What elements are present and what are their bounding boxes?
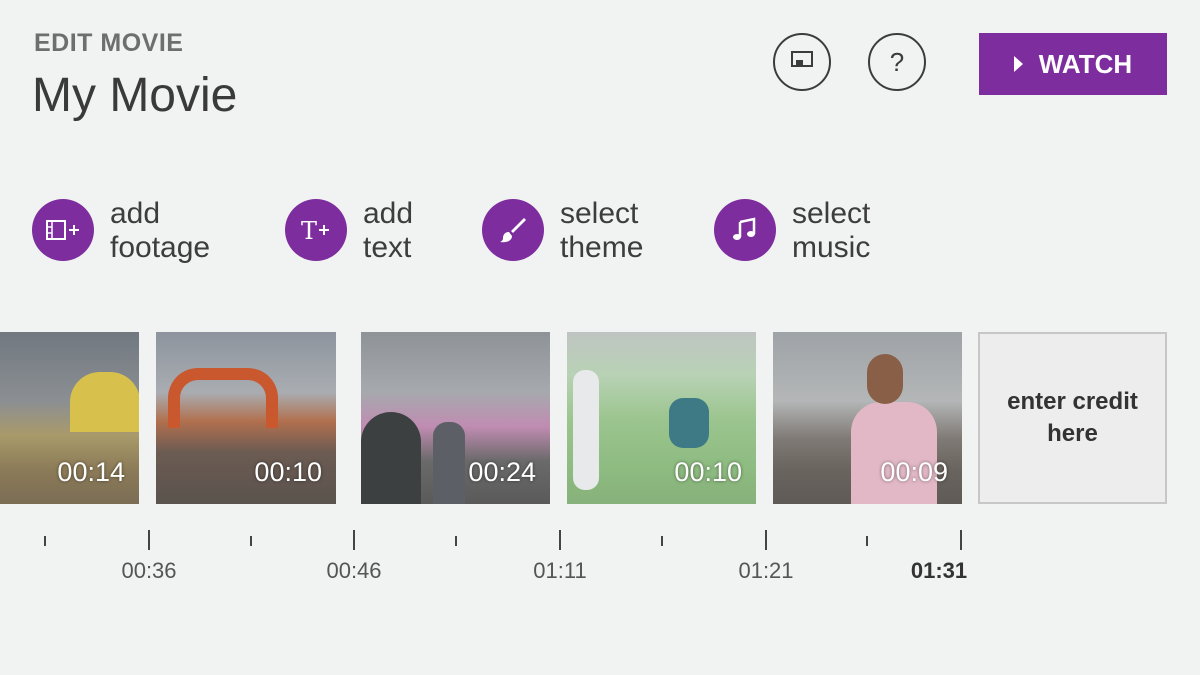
- timeline-tick: [866, 536, 868, 546]
- clip-thumbnail: [851, 402, 937, 504]
- add-footage-button[interactable]: add footage: [32, 197, 210, 265]
- video-clip-5[interactable]: 00:09: [773, 332, 962, 504]
- paintbrush-icon: [482, 199, 544, 261]
- clip-duration: 00:24: [468, 457, 536, 487]
- timeline-label: 01:11: [533, 558, 587, 583]
- add-text-button[interactable]: T add text: [285, 197, 413, 265]
- clip-thumbnail-head: [867, 354, 903, 404]
- select-theme-label: select theme: [560, 197, 644, 264]
- clip-thumbnail-figure: [433, 422, 465, 504]
- clip-thumbnail: [70, 372, 139, 432]
- timeline-tick: [353, 530, 355, 550]
- timeline-tick: [44, 536, 46, 546]
- watch-button[interactable]: WATCH: [979, 33, 1167, 95]
- credit-input[interactable]: enter credit here: [978, 332, 1167, 504]
- text-add-icon: T: [285, 199, 347, 261]
- timeline-tick: [661, 536, 663, 546]
- clip-thumbnail-figure: [669, 398, 709, 448]
- timeline-tick: [250, 536, 252, 546]
- clip-duration: 00:10: [254, 457, 322, 487]
- timeline-tick: [559, 530, 561, 550]
- cast-screen-icon: [789, 49, 815, 76]
- timeline-label: 00:36: [121, 558, 177, 583]
- video-clip-4[interactable]: 00:10: [567, 332, 756, 504]
- cast-button[interactable]: [773, 33, 831, 91]
- timeline-label: 00:46: [326, 558, 382, 583]
- page-subtitle: EDIT MOVIE: [34, 29, 184, 57]
- select-music-button[interactable]: select music: [714, 197, 870, 265]
- play-icon: [1013, 56, 1023, 72]
- video-clip-2[interactable]: 00:10: [156, 332, 336, 504]
- select-music-label: select music: [792, 197, 871, 264]
- page-title: My Movie: [32, 69, 238, 122]
- clip-duration: 00:14: [57, 457, 125, 487]
- video-clip-1[interactable]: 00:14: [0, 332, 139, 504]
- timeline-current-label: 01:31: [910, 558, 968, 583]
- timeline-tick: [765, 530, 767, 550]
- clip-thumbnail: [361, 412, 421, 504]
- timeline-tick: [455, 536, 457, 546]
- music-note-icon: [714, 199, 776, 261]
- clip-thumbnail: [573, 370, 599, 490]
- svg-text:T: T: [301, 217, 317, 243]
- add-footage-label: add footage: [110, 197, 211, 264]
- clip-thumbnail: [168, 368, 278, 428]
- add-text-label: add text: [363, 197, 414, 264]
- select-theme-button[interactable]: select theme: [482, 197, 643, 265]
- timeline-tick: [960, 530, 962, 550]
- help-icon: ?: [889, 46, 905, 77]
- clip-duration: 00:10: [674, 457, 742, 487]
- clip-duration: 00:09: [880, 457, 948, 487]
- timeline-tick: [148, 530, 150, 550]
- video-clip-3[interactable]: 00:24: [361, 332, 550, 504]
- help-button[interactable]: ?: [868, 33, 926, 91]
- film-add-icon: [32, 199, 94, 261]
- timeline-label: 01:21: [738, 558, 794, 583]
- watch-label: WATCH: [1038, 48, 1133, 79]
